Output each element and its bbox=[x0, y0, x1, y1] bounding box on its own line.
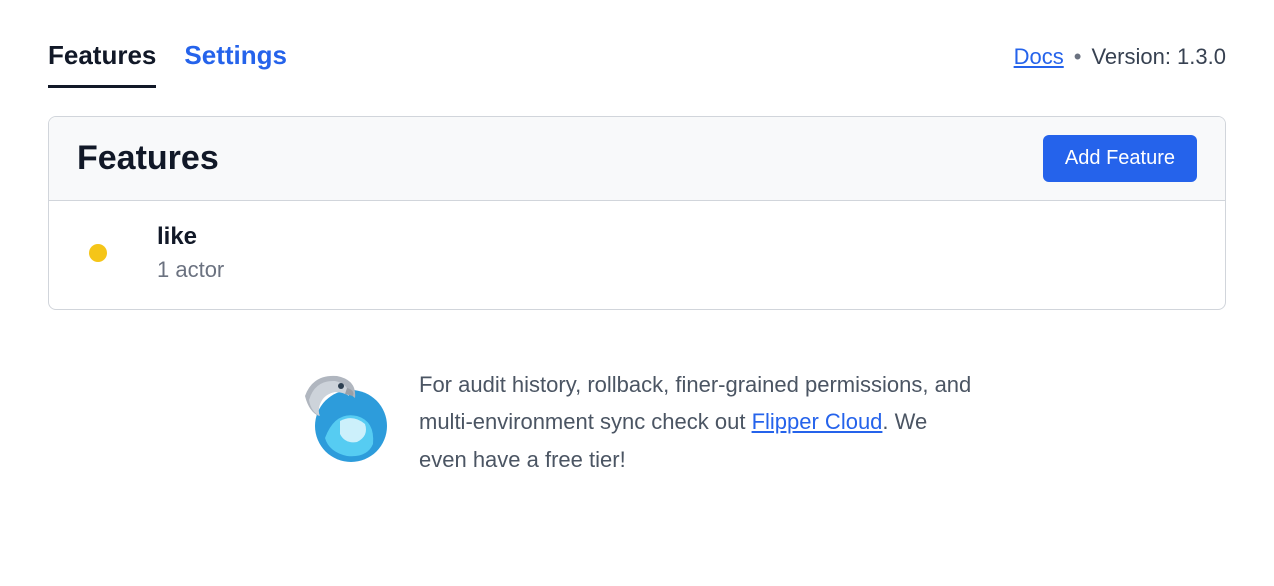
panel-title: Features bbox=[77, 139, 219, 178]
promo-section: For audit history, rollback, finer-grain… bbox=[48, 366, 1226, 478]
promo-text: For audit history, rollback, finer-grain… bbox=[419, 366, 979, 478]
feature-detail: 1 actor bbox=[157, 257, 224, 283]
tab-features[interactable]: Features bbox=[48, 40, 156, 88]
flipper-logo-icon bbox=[295, 366, 391, 470]
topbar: Features Settings Docs • Version: 1.3.0 bbox=[48, 40, 1226, 88]
features-panel: Features Add Feature like 1 actor bbox=[48, 116, 1226, 310]
top-right: Docs • Version: 1.3.0 bbox=[1014, 40, 1226, 70]
tabs: Features Settings bbox=[48, 40, 287, 88]
status-dot-icon bbox=[89, 244, 107, 262]
docs-link[interactable]: Docs bbox=[1014, 44, 1064, 70]
flipper-cloud-link[interactable]: Flipper Cloud bbox=[752, 409, 883, 434]
feature-name: like bbox=[157, 223, 224, 251]
version-label: Version: 1.3.0 bbox=[1091, 44, 1226, 70]
separator: • bbox=[1074, 44, 1082, 70]
tab-settings[interactable]: Settings bbox=[184, 40, 287, 88]
feature-row[interactable]: like 1 actor bbox=[49, 201, 1225, 309]
feature-info: like 1 actor bbox=[157, 223, 224, 283]
add-feature-button[interactable]: Add Feature bbox=[1043, 135, 1197, 182]
panel-header: Features Add Feature bbox=[49, 117, 1225, 201]
